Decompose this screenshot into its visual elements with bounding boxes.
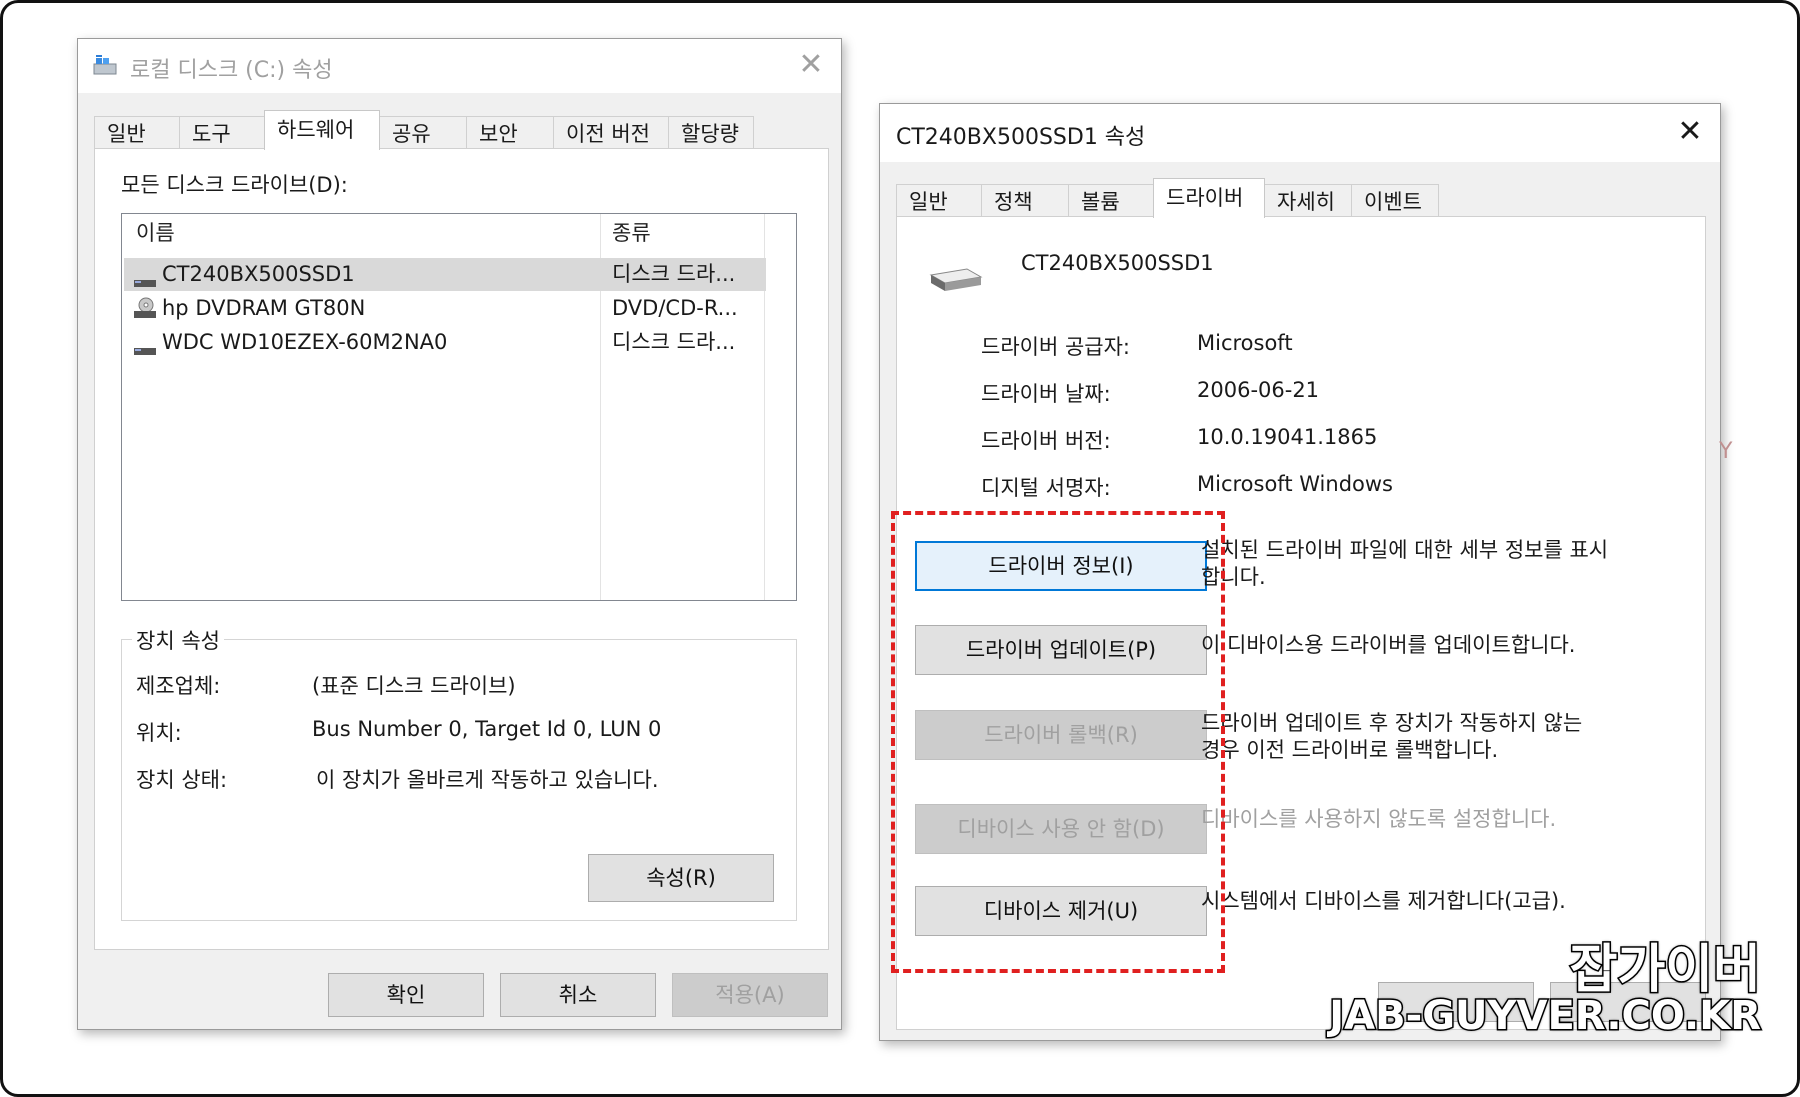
rollback-driver-desc-2: 경우 이전 드라이버로 롤백합니다. — [1201, 738, 1499, 762]
properties-button[interactable]: 속성(R) — [588, 854, 774, 902]
status-value: 이 장치가 올바르게 작동하고 있습니다. — [316, 768, 659, 792]
driver-panel: CT240BX500SSD1 드라이버 공급자: Microsoft 드라이버 … — [891, 216, 1706, 1030]
drives-list[interactable]: 이름 종류 CT240BX500SSD1 디스크 드라... hp DVDRAM… — [121, 213, 797, 601]
disable-device-desc: 디바이스를 사용하지 않도록 설정합니다. — [1201, 807, 1557, 831]
tab-general[interactable]: 일반 — [896, 184, 982, 218]
tab-hardware[interactable]: 하드웨어 — [264, 110, 380, 150]
disk-drive-icon — [134, 267, 156, 287]
window-title: 로컬 디스크 (C:) 속성 — [130, 58, 333, 83]
device-properties-window: CT240BX500SSD1 속성 ✕ 일반 정책 볼륨 드라이버 자세히 이벤… — [879, 103, 1721, 1041]
tab-tools[interactable]: 도구 — [179, 116, 265, 150]
title-bar: CT240BX500SSD1 속성 ✕ — [880, 104, 1720, 162]
status-label: 장치 상태: — [136, 768, 228, 792]
watermark-url: JAB-GUYVER.CO.KR — [1328, 992, 1763, 1041]
drive-type: 디스크 드라... — [612, 262, 736, 286]
ok-button[interactable]: 확인 — [328, 973, 484, 1017]
uninstall-device-desc: 시스템에서 디바이스를 제거합니다(고급). — [1201, 889, 1566, 913]
tab-policies[interactable]: 정책 — [981, 184, 1069, 218]
provider-value: Microsoft — [1197, 331, 1293, 355]
drive-type: 디스크 드라... — [612, 330, 736, 354]
tab-sharing[interactable]: 공유 — [379, 116, 467, 150]
tab-driver[interactable]: 드라이버 — [1153, 178, 1265, 218]
hardware-panel: 모든 디스크 드라이브(D): 이름 종류 CT240BX500SSD1 디스크… — [94, 148, 829, 950]
drive-name: WDC WD10EZEX-60M2NA0 — [162, 330, 448, 354]
all-drives-label: 모든 디스크 드라이브(D): — [121, 173, 348, 197]
manufacturer-label: 제조업체: — [136, 674, 221, 698]
close-button[interactable]: ✕ — [793, 47, 829, 83]
column-header-name[interactable]: 이름 — [136, 214, 175, 252]
driver-details-desc: 설치된 드라이버 파일에 대한 세부 정보를 표시 — [1201, 538, 1609, 562]
rollback-driver-desc: 드라이버 업데이트 후 장치가 작동하지 않는 — [1201, 711, 1583, 735]
drive-type: DVD/CD-R... — [612, 296, 738, 320]
signer-value: Microsoft Windows — [1197, 472, 1393, 496]
tab-volumes[interactable]: 볼륨 — [1068, 184, 1154, 218]
watermark-brand: 잡가이버 — [1568, 939, 1762, 1002]
drive-name: hp DVDRAM GT80N — [162, 296, 366, 320]
list-item[interactable]: WDC WD10EZEX-60M2NA0 디스크 드라... — [124, 326, 766, 359]
dvd-drive-icon — [134, 296, 156, 318]
provider-label: 드라이버 공급자: — [981, 335, 1130, 359]
title-bar: 로컬 디스크 (C:) 속성 ✕ — [78, 39, 841, 93]
location-value: Bus Number 0, Target Id 0, LUN 0 — [312, 717, 662, 741]
tab-events[interactable]: 이벤트 — [1351, 184, 1439, 218]
cancel-button[interactable]: 취소 — [500, 973, 656, 1017]
tab-details[interactable]: 자세히 — [1264, 184, 1352, 218]
drive-name: CT240BX500SSD1 — [162, 262, 355, 286]
version-label: 드라이버 버전: — [981, 429, 1111, 453]
list-item[interactable]: CT240BX500SSD1 디스크 드라... — [124, 258, 766, 291]
location-label: 위치: — [136, 721, 182, 745]
tab-strip: 일반 도구 하드웨어 공유 보안 이전 버전 할당량 — [94, 108, 754, 150]
disk-properties-window: 로컬 디스크 (C:) 속성 ✕ 일반 도구 하드웨어 공유 보안 이전 버전 … — [77, 38, 842, 1030]
tab-strip: 일반 정책 볼륨 드라이버 자세히 이벤트 — [896, 176, 1439, 218]
manufacturer-value: (표준 디스크 드라이브) — [312, 674, 516, 698]
list-item[interactable]: hp DVDRAM GT80N DVD/CD-R... — [124, 292, 766, 325]
date-value: 2006-06-21 — [1197, 378, 1320, 402]
window-title: CT240BX500SSD1 속성 — [896, 125, 1146, 150]
version-value: 10.0.19041.1865 — [1197, 425, 1378, 449]
tab-quota[interactable]: 할당량 — [668, 116, 754, 150]
date-label: 드라이버 날짜: — [981, 382, 1111, 406]
apply-button[interactable]: 적용(A) — [672, 973, 828, 1017]
close-button[interactable]: ✕ — [1672, 114, 1708, 150]
highlight-box — [891, 511, 1225, 973]
tab-previous-versions[interactable]: 이전 버전 — [553, 116, 669, 150]
device-properties-group: 장치 속성 제조업체: (표준 디스크 드라이브) 위치: Bus Number… — [121, 625, 797, 921]
tab-general[interactable]: 일반 — [94, 116, 180, 150]
column-header-type[interactable]: 종류 — [612, 214, 651, 252]
update-driver-desc: 이 디바이스용 드라이버를 업데이트합니다. — [1201, 633, 1576, 657]
screenshot-frame: 로컬 디스크 (C:) 속성 ✕ 일반 도구 하드웨어 공유 보안 이전 버전 … — [0, 0, 1800, 1097]
disk-drive-icon — [927, 261, 983, 299]
signer-label: 디지털 서명자: — [981, 476, 1111, 500]
disk-drive-icon — [134, 335, 156, 355]
device-name: CT240BX500SSD1 — [1021, 251, 1214, 275]
group-legend: 장치 속성 — [132, 625, 224, 655]
tab-security[interactable]: 보안 — [466, 116, 554, 150]
stray-letter: Y — [1719, 439, 1733, 464]
drive-icon — [92, 55, 118, 81]
